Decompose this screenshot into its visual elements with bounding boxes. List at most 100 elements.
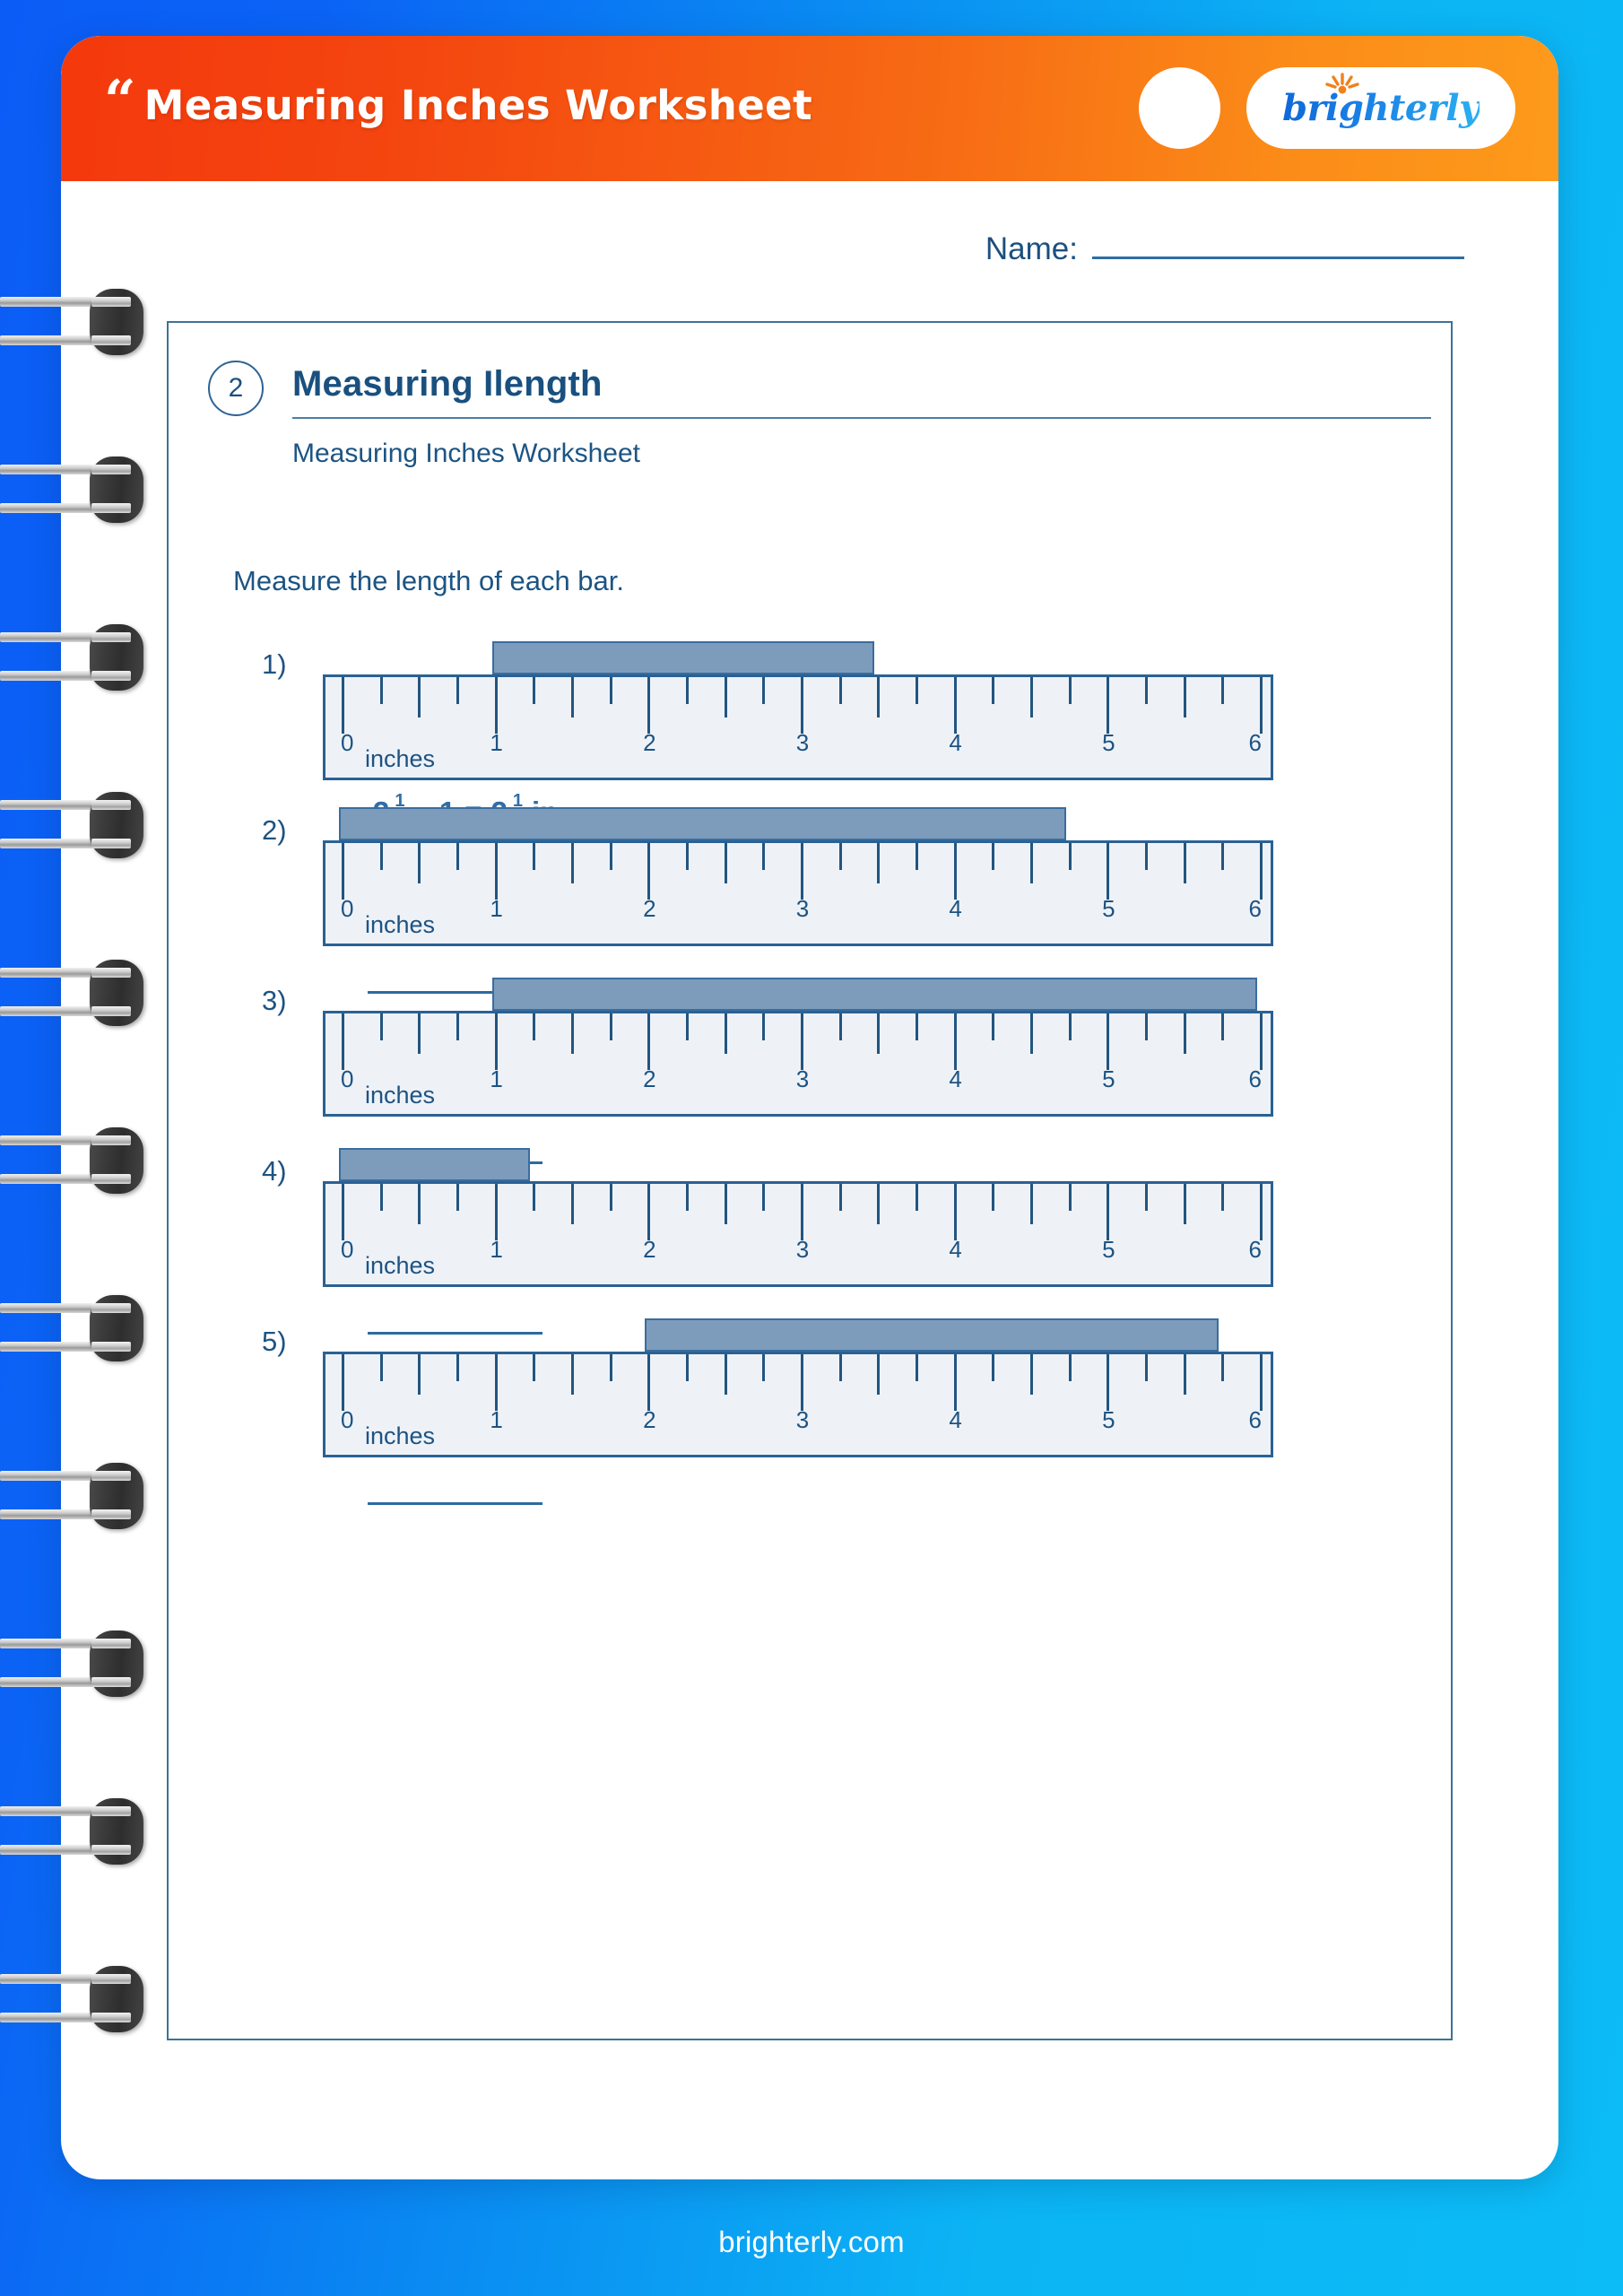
problem-number: 3) [262,985,287,1016]
ruler-tick [456,1013,459,1040]
ruler-tick [953,1354,957,1411]
ruler-tick [686,1184,689,1211]
instruction-text: Measure the length of each bar. [233,565,625,596]
problem-number: 5) [262,1326,287,1357]
ruler: 0 1 2 3 4 5 6 inches [323,674,1273,780]
ruler-tick [762,1184,766,1211]
ruler-tick [762,843,766,870]
ruler-tick-label: 5 [1102,1065,1115,1092]
ruler-tick [533,1354,536,1381]
footer-url[interactable]: brighterly.com [718,2225,905,2259]
ruler-tick [686,1013,689,1040]
ruler-tick [379,1013,383,1040]
ruler-tick [571,1354,574,1395]
ruler-tick-label: 6 [1248,895,1262,922]
ruler-tick-label: 5 [1102,729,1115,756]
ruler-tick [686,1354,689,1381]
ruler-tick [609,677,612,704]
ruler-tick [418,677,421,718]
ruler-tick [916,1013,918,1040]
ruler-tick [838,677,842,704]
ruler-tick [1260,677,1263,734]
ruler-tick [1068,843,1072,870]
spiral-clasp [90,624,143,691]
ruler-tick [1183,1354,1186,1395]
ruler-tick [494,677,498,734]
ruler-tick [1221,1184,1225,1211]
ruler-tick [1183,843,1186,883]
ruler-unit-label: inches [365,1082,436,1109]
ruler-tick-label: 2 [643,1236,656,1263]
ruler-tick-label: 6 [1248,1406,1262,1433]
ruler-tick-label: 2 [643,895,656,922]
section-subtitle: Measuring Inches Worksheet [292,439,640,468]
ruler-tick [801,1184,803,1240]
title-divider [292,417,1431,419]
ruler-tick-label: 4 [949,729,962,756]
spiral-ring [0,457,143,523]
ruler-tick-label: 2 [643,1406,656,1433]
answer-blank-line[interactable] [368,1332,542,1335]
ruler-tick-label: 3 [795,1236,810,1263]
ruler-unit-label: inches [365,1252,436,1279]
ruler-tick [724,1184,727,1224]
ruler-tick-label: 3 [795,1406,810,1433]
ruler-tick [456,1354,459,1381]
ruler-tick [724,1354,727,1395]
ruler: 0 1 2 3 4 5 6 inches [323,1181,1273,1287]
ruler-tick [1260,1354,1263,1411]
ruler-tick [647,1013,651,1070]
ruler-unit-label: inches [365,745,436,772]
spiral-clasp [90,457,143,523]
ruler-tick [838,843,842,870]
ruler-tick [724,843,727,883]
ruler-tick [724,1013,727,1054]
ruler-tick [1183,1184,1186,1224]
ruler-tick [418,1354,421,1395]
spiral-ring [0,1463,143,1529]
spiral-ring [0,960,143,1026]
ruler-tick-label: 4 [949,1236,962,1263]
name-label: Name: [985,231,1078,266]
ruler-tick [379,677,383,704]
ruler-tick [1030,1013,1033,1054]
ruler-tick [686,843,689,870]
spiral-ring [0,1295,143,1361]
answer-blank-line[interactable] [368,1502,542,1505]
ruler-tick [1030,677,1033,718]
ruler-tick [916,1184,918,1211]
ruler-tick-label: 1 [490,895,503,922]
ruler-tick-label: 1 [490,1065,503,1092]
spiral-ring [0,792,143,858]
ruler-tick [801,843,803,900]
ruler-tick [762,1013,766,1040]
ruler-tick [571,1013,574,1054]
ruler-tick-label: 3 [795,1065,810,1092]
ruler-tick-label: 0 [341,1406,354,1433]
ruler-tick [456,677,459,704]
ruler-tick-label: 5 [1102,1236,1115,1263]
ruler-tick-label: 4 [949,1065,962,1092]
spiral-ring [0,1798,143,1865]
ruler-tick [1145,1013,1148,1040]
spiral-ring [0,1127,143,1194]
ruler-tick [379,1184,383,1211]
header-circle-badge [1139,67,1220,149]
ruler-tick [1145,1354,1148,1381]
ruler-tick [1145,677,1148,704]
spiral-ring [0,289,143,355]
ruler-tick [1183,1013,1186,1054]
measured-bar [339,807,1066,840]
name-input-line[interactable] [1092,257,1464,259]
measured-bar [339,1148,531,1181]
spiral-clasp [90,1295,143,1361]
ruler-tick [992,843,995,870]
brighterly-logo[interactable]: brighterly [1246,67,1515,149]
spiral-clasp [90,1463,143,1529]
ruler-tick-label: 0 [341,895,354,922]
ruler-tick [533,677,536,704]
ruler: 0 1 2 3 4 5 6 inches [323,1011,1273,1117]
ruler-tick [1221,1354,1225,1381]
ruler-tick [916,677,918,704]
name-field[interactable]: Name: [985,231,1464,267]
